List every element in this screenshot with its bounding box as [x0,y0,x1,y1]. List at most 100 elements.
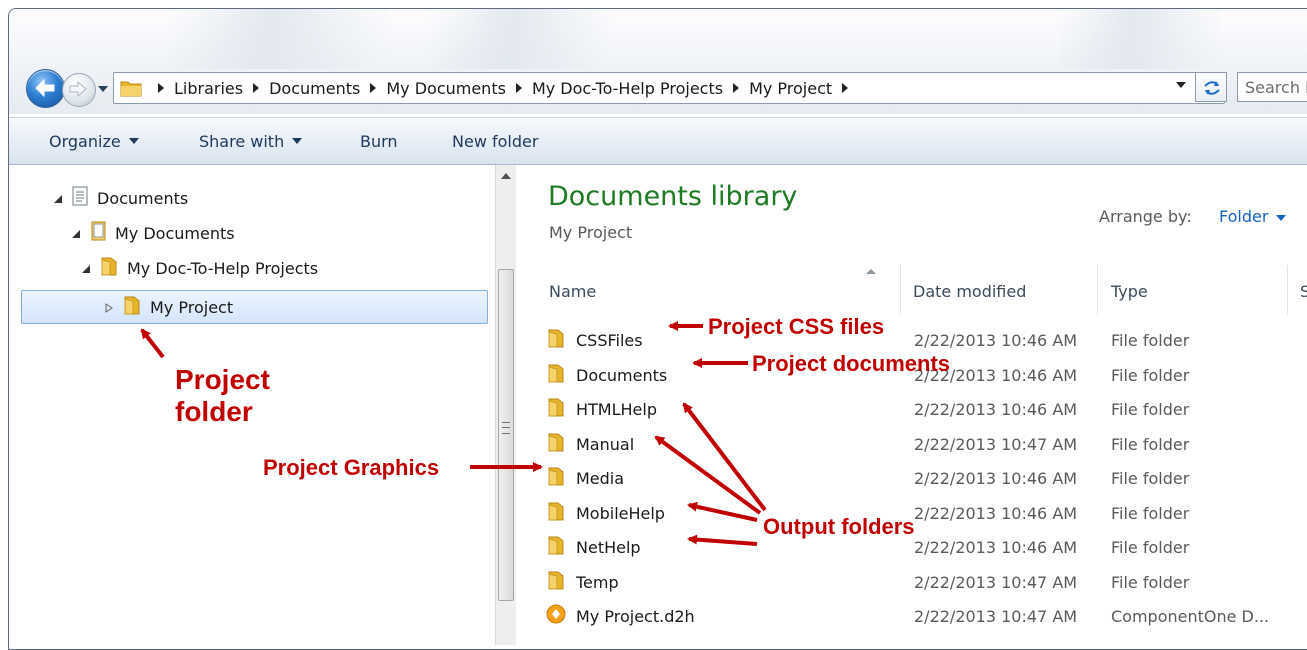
file-date: 2/22/2013 10:46 AM [914,503,1078,523]
search-box[interactable] [1237,72,1307,102]
scroll-up-arrow-icon[interactable] [501,173,511,179]
burn-button[interactable]: Burn [360,118,398,164]
file-date: 2/22/2013 10:47 AM [914,572,1078,592]
navigation-scrollbar[interactable] [495,165,516,645]
file-row[interactable]: MobileHelp 2/22/2013 10:46 AM File folde… [546,496,1307,530]
tree-item-label: My Project [150,297,234,317]
collapse-arrow-icon[interactable] [71,224,83,243]
file-date: 2/22/2013 10:47 AM [914,606,1078,626]
column-header-label: Type [1111,281,1148,301]
search-input[interactable] [1238,73,1307,101]
arrange-by-value: Folder [1219,207,1269,226]
file-row[interactable]: Temp 2/22/2013 10:47 AM File folder [546,565,1307,599]
chevron-down-icon [292,138,303,144]
column-header-label: S [1300,282,1307,301]
column-divider[interactable] [900,265,901,315]
column-header-label: Date modified [913,281,1027,301]
folder-icon [546,432,566,456]
file-type: File folder [1111,365,1190,385]
folder-icon [546,466,566,490]
file-row[interactable]: Manual 2/22/2013 10:47 AM File folder [546,427,1307,461]
breadcrumb-separator-icon[interactable] [253,83,260,93]
breadcrumb-separator-icon[interactable] [733,83,740,93]
column-header-size[interactable]: S [1300,273,1307,309]
column-header-date[interactable]: Date modified [913,273,1026,309]
tree-item-label: Documents [97,188,189,208]
arrange-by-dropdown[interactable]: Folder [1219,207,1287,226]
scrollbar-thumb[interactable] [498,269,514,601]
file-date: 2/22/2013 10:46 AM [914,537,1078,557]
folder-icon [120,81,142,97]
tree-item-doc-to-help-projects[interactable]: My Doc-To-Help Projects [81,251,318,285]
collapse-arrow-icon[interactable] [53,189,65,208]
glass-highlight [169,9,389,69]
folder-icon [99,256,119,280]
file-date: 2/22/2013 10:47 AM [914,434,1078,454]
tree-item-label: My Documents [115,223,235,243]
expand-arrow-icon[interactable] [104,298,116,317]
file-row[interactable]: Media 2/22/2013 10:46 AM File folder [546,461,1307,495]
new-folder-button[interactable]: New folder [452,118,538,164]
organize-button[interactable]: Organize [49,118,139,164]
library-icon [71,186,89,210]
file-name: Media [576,468,625,488]
file-row[interactable]: HTMLHelp 2/22/2013 10:46 AM File folder [546,392,1307,426]
folder-icon [546,328,566,352]
folder-icon [546,570,566,594]
breadcrumb-separator-icon[interactable] [370,83,377,93]
breadcrumb-separator-icon[interactable] [842,83,849,93]
column-header-label: Name [549,281,597,301]
annotation-line: folder [175,396,253,427]
breadcrumb-item[interactable]: Libraries [174,79,243,98]
column-header-type[interactable]: Type [1111,273,1148,309]
file-type: File folder [1111,537,1190,557]
breadcrumb-separator-icon[interactable] [158,83,164,93]
library-subtitle: My Project [549,223,633,242]
file-name: HTMLHelp [576,399,657,419]
file-name: MobileHelp [576,503,665,523]
command-bar: Organize Share with Burn New folder [9,117,1307,165]
address-history-dropdown-icon[interactable] [1176,82,1186,88]
grip-icon [502,422,510,434]
tree-item-documents[interactable]: Documents [53,181,188,215]
column-header-name[interactable]: Name [549,273,596,309]
file-type: File folder [1111,399,1190,419]
tree-item-my-documents[interactable]: My Documents [71,216,235,250]
breadcrumb: Libraries Documents My Documents My Doc-… [148,73,858,103]
new-folder-label: New folder [452,131,539,151]
file-name: CSSFiles [576,330,643,350]
folder-icon [546,363,566,387]
tree-item-my-project[interactable]: My Project [21,290,488,324]
file-row[interactable]: NetHelp 2/22/2013 10:46 AM File folder [546,530,1307,564]
breadcrumb-item[interactable]: Documents [269,79,360,98]
refresh-icon [1204,81,1220,95]
column-divider[interactable] [1287,265,1288,315]
file-list-pane: Documents library My Project Arrange by:… [516,165,1307,645]
folder-icon [122,295,142,319]
breadcrumb-separator-icon[interactable] [515,83,522,93]
recent-pages-dropdown-icon[interactable] [97,83,109,95]
file-name: Manual [576,434,635,454]
file-type: File folder [1111,434,1190,454]
file-row[interactable]: My Project.d2h 2/22/2013 10:47 AM Compon… [546,599,1307,633]
breadcrumb-item[interactable]: My Documents [386,79,506,98]
breadcrumb-item[interactable]: My Project [749,79,832,98]
share-with-button[interactable]: Share with [199,118,303,164]
file-name: NetHelp [576,537,641,557]
forward-button[interactable] [62,73,96,107]
annotation-output-folders: Output folders [763,514,915,539]
annotation-project-css: Project CSS files [708,314,885,339]
chevron-down-icon [1276,214,1287,221]
refresh-button[interactable] [1195,72,1227,102]
annotation-project-folder: Project folder [175,364,270,428]
file-date: 2/22/2013 10:46 AM [914,468,1078,488]
file-type: File folder [1111,503,1190,523]
arrange-by-label: Arrange by: [1099,207,1192,226]
column-divider[interactable] [1097,265,1098,315]
collapse-arrow-icon[interactable] [81,259,93,278]
share-with-label: Share with [199,131,285,151]
breadcrumb-item[interactable]: My Doc-To-Help Projects [532,79,723,98]
address-bar[interactable]: Libraries Documents My Documents My Doc-… [113,72,1225,104]
file-type: ComponentOne D... [1111,606,1270,626]
back-button[interactable] [26,69,65,108]
